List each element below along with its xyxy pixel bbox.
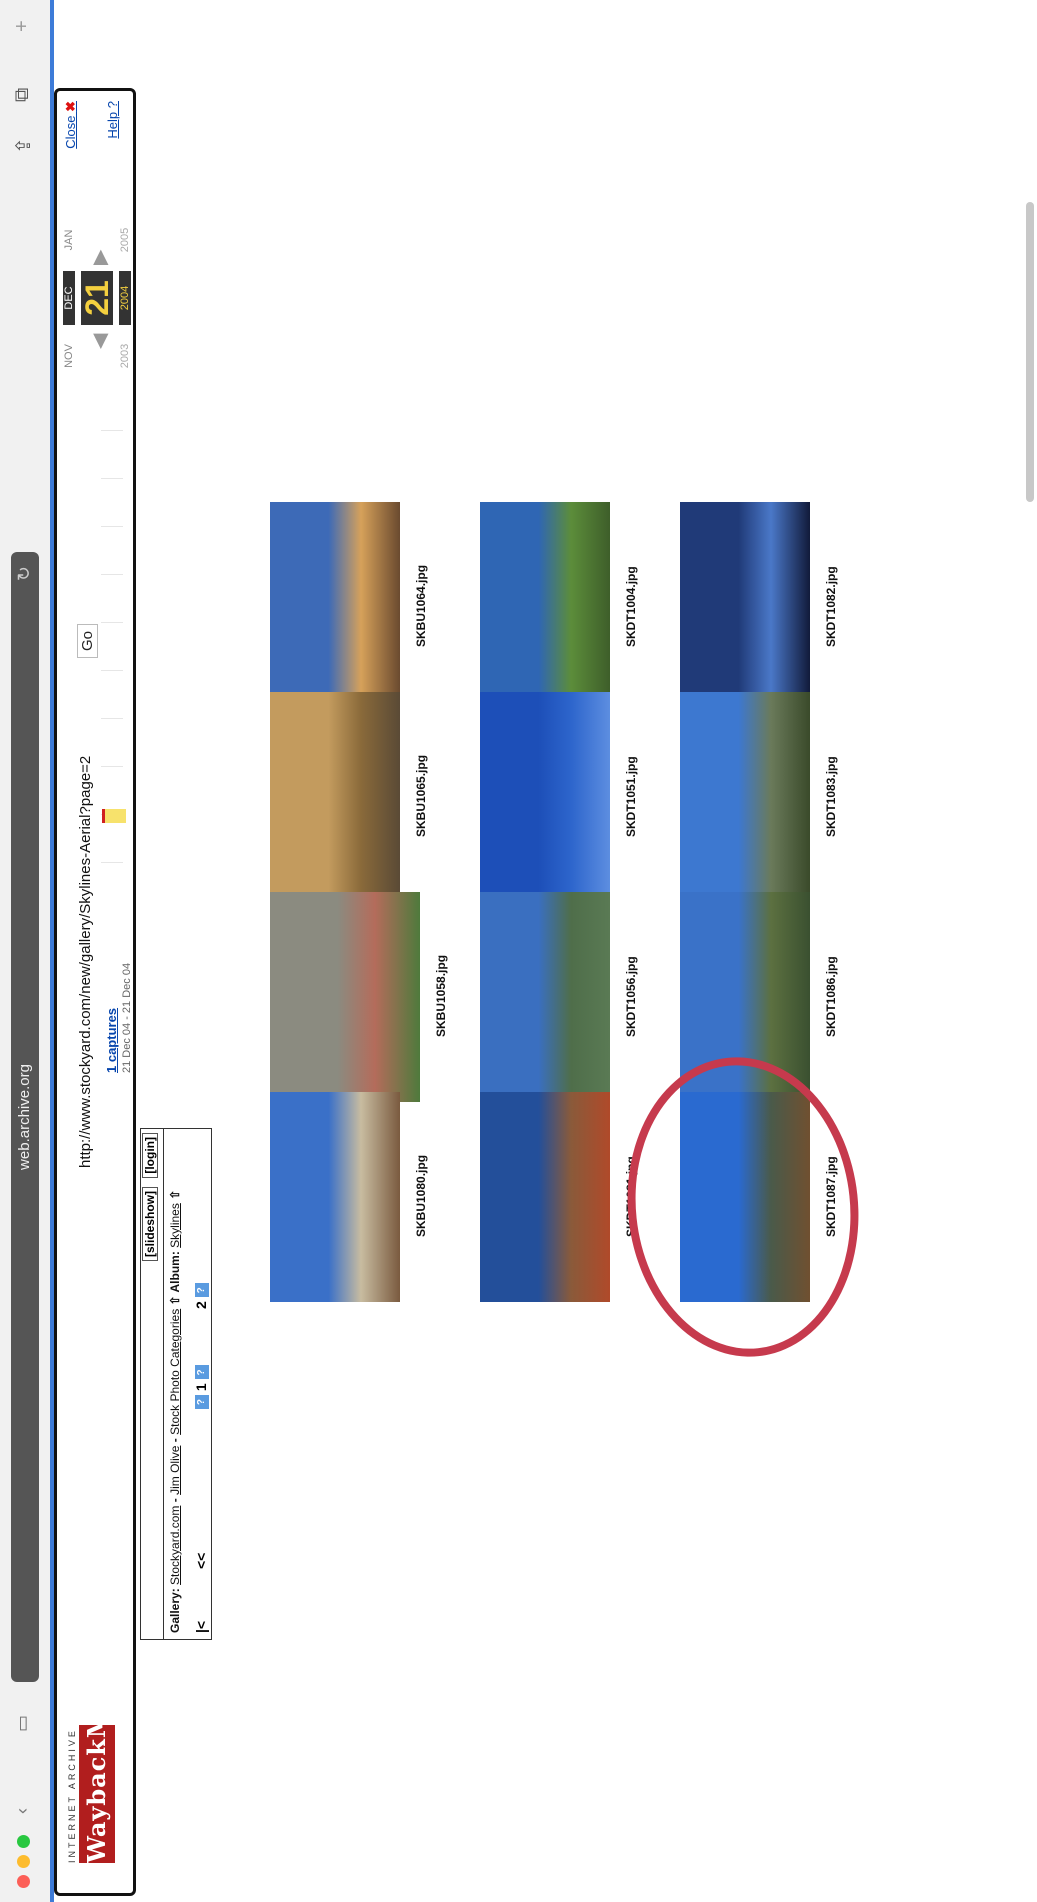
photo-image[interactable]: [680, 692, 810, 902]
photo-filename[interactable]: SKDT1056.jpg: [624, 956, 638, 1037]
close-x-icon: ✖: [63, 101, 78, 112]
album-up-icon: ⇧: [168, 1189, 182, 1200]
photo-thumbnail[interactable]: SKDT1083.jpg: [680, 692, 850, 902]
year-prev[interactable]: 2003: [119, 329, 131, 383]
photo-image[interactable]: [480, 502, 610, 712]
photo-thumbnail[interactable]: SKDT1056.jpg: [480, 892, 650, 1102]
next-arrow-icon[interactable]: ▶: [87, 250, 112, 265]
wayback-go-button[interactable]: Go: [77, 623, 98, 658]
wayback-links: Close ✖ Help ?: [63, 101, 146, 173]
tabs-overview-icon[interactable]: ⧉: [11, 88, 34, 102]
address-bar[interactable]: web.archive.org ↻: [11, 552, 39, 1682]
captures-link[interactable]: 1 captures: [104, 1008, 119, 1073]
photo-image[interactable]: [270, 692, 400, 902]
page-1-link[interactable]: ? 1 ?: [193, 1365, 210, 1409]
breadcrumb: Gallery: Stockyard.com - Jim Olive - Sto…: [168, 1190, 182, 1633]
new-tab-plus-icon[interactable]: +: [11, 20, 34, 32]
photo-filename[interactable]: SKBU1058.jpg: [434, 955, 448, 1037]
address-host: web.archive.org: [16, 1064, 33, 1170]
month-current: DEC: [63, 271, 75, 325]
photo-filename[interactable]: SKDT1086.jpg: [824, 956, 838, 1037]
wayback-url-field[interactable]: http://www.stockyard.com/new/gallery/Sky…: [77, 756, 94, 1168]
timeline-current-marker: [102, 809, 105, 823]
photo-image[interactable]: [270, 1092, 400, 1302]
minimize-window-dot[interactable]: [17, 1855, 30, 1868]
capture-day: 21: [79, 271, 115, 325]
photo-filename[interactable]: SKBU1064.jpg: [414, 565, 428, 647]
help-link[interactable]: Help ?: [105, 101, 120, 173]
year-next[interactable]: 2005: [119, 213, 131, 267]
photo-thumbnail[interactable]: SKBU1064.jpg: [270, 502, 440, 712]
crumb-stock-photo-categories[interactable]: Stock Photo Categories: [168, 1309, 182, 1435]
photo-filename[interactable]: SKDT1082.jpg: [824, 566, 838, 647]
photo-thumbnail[interactable]: SKDT1051.jpg: [480, 692, 650, 902]
photo-filename[interactable]: SKDT1051.jpg: [624, 756, 638, 837]
photo-image[interactable]: [680, 502, 810, 712]
photo-thumbnail[interactable]: SKBU1065.jpg: [270, 692, 440, 902]
photo-image[interactable]: [480, 1092, 610, 1302]
crumb-jim-olive[interactable]: Jim Olive: [168, 1446, 182, 1495]
photo-filename[interactable]: SKDT1083.jpg: [824, 756, 838, 837]
crumb-up-icon: ⇧: [168, 1295, 182, 1306]
close-window-dot[interactable]: [17, 1875, 30, 1888]
photo-thumbnail[interactable]: SKDT1004.jpg: [480, 502, 650, 712]
photo-image[interactable]: [480, 892, 610, 1102]
browser-toolbar: ‹ ▭ ⚠ web.archive.org ↻ ⇪ ⧉ +: [0, 0, 51, 1902]
wayback-toolbar: INTERNET ARCHIVE WaybackMachine http://w…: [54, 88, 136, 1896]
page-icon: ?: [195, 1283, 210, 1298]
year-current: 2004: [119, 271, 131, 325]
prev-arrow-icon[interactable]: ◀: [87, 334, 112, 349]
calendar-navigator: NOV DEC JAN ◀ 21 ▶ 2003 2004 2005: [63, 183, 131, 383]
back-chevron-icon[interactable]: ‹: [12, 1808, 33, 1814]
zoom-window-dot[interactable]: [17, 1835, 30, 1848]
slideshow-button[interactable]: [slideshow]: [142, 1187, 158, 1262]
rotated-screen: ‹ ▭ ⚠ web.archive.org ↻ ⇪ ⧉ + INTERNET A…: [0, 0, 1037, 1902]
photo-filename[interactable]: SKBU1080.jpg: [414, 1155, 428, 1237]
captures-summary: 1 captures 21 Dec 04 - 21 Dec 04: [103, 963, 133, 1073]
photo-filename[interactable]: SKBU1065.jpg: [414, 755, 428, 837]
page-icon: ?: [195, 1395, 210, 1409]
photo-filename[interactable]: SKDT1004.jpg: [624, 566, 638, 647]
close-link[interactable]: Close ✖: [63, 101, 79, 173]
photo-thumbnail[interactable]: SKBU1080.jpg: [270, 1092, 440, 1302]
prev-page-button[interactable]: <<: [193, 1553, 209, 1569]
gallery-buttons: [slideshow] [login]: [142, 1133, 158, 1267]
share-icon[interactable]: ⇪: [11, 137, 36, 154]
page-icon: ?: [195, 1365, 210, 1380]
photo-image[interactable]: [270, 892, 420, 1102]
crumb-stockyard[interactable]: Stockyard.com: [168, 1506, 182, 1585]
internet-archive-label: INTERNET ARCHIVE: [67, 1728, 77, 1863]
page-2-current: 2 ?: [193, 1283, 210, 1309]
photo-thumbnail[interactable]: SKDT1082.jpg: [680, 502, 850, 712]
crumb-album-skylines[interactable]: Skylines: [168, 1203, 182, 1248]
photo-thumbnail[interactable]: SKDT1081.jpg: [480, 1092, 650, 1302]
reload-icon[interactable]: ↻: [14, 566, 35, 581]
month-next[interactable]: JAN: [63, 213, 75, 267]
crumb-separator: -: [168, 1434, 182, 1443]
captures-range: 21 Dec 04 - 21 Dec 04: [121, 962, 133, 1073]
photo-thumbnail[interactable]: SKBU1058.jpg: [270, 892, 460, 1102]
first-page-button[interactable]: |<: [193, 1621, 209, 1633]
page-2-label: 2: [193, 1301, 209, 1309]
gallery-label: Gallery:: [168, 1588, 182, 1633]
photo-image[interactable]: [480, 692, 610, 902]
page-1-label: 1: [193, 1383, 209, 1392]
breadcrumb-row: Gallery: Stockyard.com - Jim Olive - Sto…: [163, 1129, 188, 1639]
wayback-logo[interactable]: WaybackMachine: [79, 1615, 115, 1863]
crumb-separator: -: [168, 1494, 182, 1503]
photo-image[interactable]: [270, 502, 400, 712]
sidebar-icon[interactable]: ▭: [12, 1715, 33, 1732]
album-label: Album:: [168, 1251, 182, 1293]
month-prev[interactable]: NOV: [63, 329, 75, 383]
timeline-capture-marker[interactable]: [102, 809, 126, 823]
capture-timeline[interactable]: [101, 383, 123, 863]
gallery-nav-box: [slideshow] [login] Gallery: Stockyard.c…: [140, 1128, 212, 1640]
horizontal-scrollbar[interactable]: [1026, 202, 1034, 502]
login-button[interactable]: [login]: [142, 1133, 158, 1178]
